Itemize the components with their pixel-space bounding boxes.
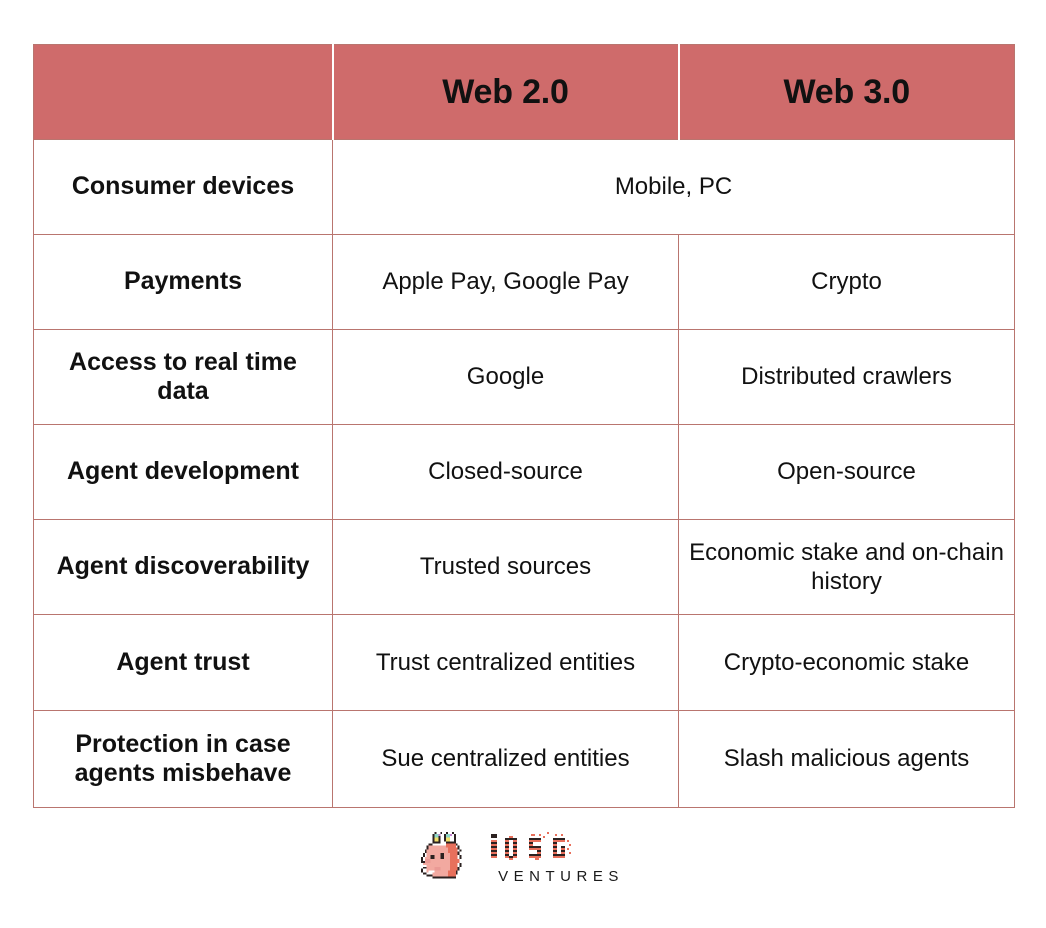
logo-tagline: VENTURES [498, 868, 624, 885]
iosg-wordmark [491, 832, 571, 860]
logo-text-block: VENTURES [489, 828, 629, 884]
header-cell-corner [33, 44, 334, 140]
table-row: Agent discoverability Trusted sources Ec… [33, 519, 1015, 615]
cell-protection-web3: Slash malicious agents [678, 710, 1015, 808]
header-cell-web2: Web 2.0 [332, 44, 680, 140]
table-row: Protection in case agents misbehave Sue … [33, 710, 1015, 808]
iosg-ventures-logo: VENTURES [0, 828, 1046, 890]
llama-head-pixel-icon [420, 831, 462, 879]
table-body: Consumer devices Mobile, PC Payments App… [33, 139, 1015, 808]
table-row: Access to real time data Google Distribu… [33, 329, 1015, 425]
cell-payments-web3: Crypto [678, 234, 1015, 330]
cell-agent-development-web3: Open-source [678, 424, 1015, 520]
row-label-protection-in-case-agents-misbehave: Protection in case agents misbehave [33, 710, 333, 808]
web2-web3-comparison-table: Web 2.0 Web 3.0 Consumer devices Mobile,… [33, 44, 1015, 808]
table-row: Consumer devices Mobile, PC [33, 139, 1015, 235]
row-label-access-to-real-time-data: Access to real time data [33, 329, 333, 425]
table-header: Web 2.0 Web 3.0 [33, 44, 1015, 140]
row-label-agent-trust: Agent trust [33, 614, 333, 711]
table-row: Payments Apple Pay, Google Pay Crypto [33, 234, 1015, 330]
table-row: Agent development Closed-source Open-sou… [33, 424, 1015, 520]
cell-access-web2: Google [332, 329, 679, 425]
cell-agent-discoverability-web3: Economic stake and on-chain history [678, 519, 1015, 615]
header-cell-web3: Web 3.0 [678, 44, 1015, 140]
table-row: Agent trust Trust centralized entities C… [33, 614, 1015, 711]
row-label-payments: Payments [33, 234, 333, 330]
cell-payments-web2: Apple Pay, Google Pay [332, 234, 679, 330]
cell-consumer-devices-merged: Mobile, PC [332, 139, 1015, 235]
cell-agent-development-web2: Closed-source [332, 424, 679, 520]
row-label-consumer-devices: Consumer devices [33, 139, 333, 235]
cell-agent-trust-web3: Crypto-economic stake [678, 614, 1015, 711]
table-container: Web 2.0 Web 3.0 Consumer devices Mobile,… [33, 44, 1015, 808]
row-label-agent-development: Agent development [33, 424, 333, 520]
cell-protection-web2: Sue centralized entities [332, 710, 679, 808]
cell-access-web3: Distributed crawlers [678, 329, 1015, 425]
cell-agent-trust-web2: Trust centralized entities [332, 614, 679, 711]
cell-agent-discoverability-web2: Trusted sources [332, 519, 679, 615]
comparison-table-page: Web 2.0 Web 3.0 Consumer devices Mobile,… [0, 0, 1046, 928]
row-label-agent-discoverability: Agent discoverability [33, 519, 333, 615]
header-row: Web 2.0 Web 3.0 [33, 44, 1015, 140]
